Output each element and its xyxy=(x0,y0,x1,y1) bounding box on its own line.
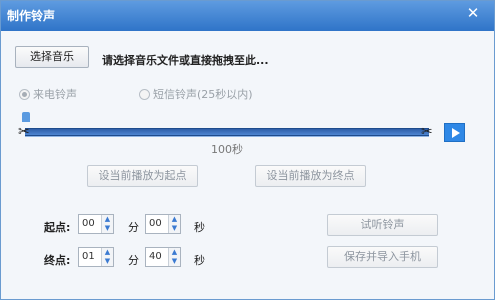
start-seconds-stepper[interactable]: 00 ▲ ▼ xyxy=(145,214,181,234)
radio-sms[interactable]: 短信铃声(25秒以内) xyxy=(139,86,253,102)
start-scissors-icon[interactable]: ✂ xyxy=(18,125,30,139)
end-second-unit: 秒 xyxy=(194,254,205,267)
end-seconds-arrows: ▲ ▼ xyxy=(168,248,180,266)
select-music-label: 选择音乐 xyxy=(30,50,74,63)
chevron-down-icon[interactable]: ▼ xyxy=(169,257,180,266)
radio-incoming-label: 来电铃声 xyxy=(33,88,77,101)
radio-dot-incoming xyxy=(19,88,30,100)
start-seconds-arrows: ▲ ▼ xyxy=(168,215,180,233)
end-seconds-stepper[interactable]: 40 ▲ ▼ xyxy=(145,247,181,267)
chevron-up-icon[interactable]: ▲ xyxy=(102,248,113,257)
audio-timeline-track[interactable] xyxy=(25,128,429,136)
radio-sms-label: 短信铃声(25秒以内) xyxy=(153,88,253,101)
ringtone-maker-window: 制作铃声 ✕ 选择音乐 请选择音乐文件或直接拖拽至此... 来电铃声 短信铃声(… xyxy=(0,0,495,300)
save-import-label: 保存并导入手机 xyxy=(344,250,421,263)
start-time-label: 起点: xyxy=(44,221,71,234)
radio-dot-sms xyxy=(139,88,150,100)
start-minute-unit: 分 xyxy=(128,221,139,234)
preview-ringtone-label: 试听铃声 xyxy=(360,218,405,231)
window-title: 制作铃声 xyxy=(7,9,56,23)
set-start-button[interactable]: 设当前播放为起点 xyxy=(87,165,198,187)
duration-label: 100秒 xyxy=(211,143,243,156)
end-minutes-stepper[interactable]: 01 ▲ ▼ xyxy=(78,247,114,267)
timeline-underline xyxy=(25,136,429,137)
select-music-button[interactable]: 选择音乐 xyxy=(15,46,89,68)
radio-incoming-call[interactable]: 来电铃声 xyxy=(19,86,77,102)
end-time-label: 终点: xyxy=(44,254,71,267)
end-minute-unit: 分 xyxy=(128,254,139,267)
set-end-button[interactable]: 设当前播放为终点 xyxy=(255,165,366,187)
chevron-up-icon[interactable]: ▲ xyxy=(169,215,180,224)
end-minutes-value: 01 xyxy=(82,251,95,262)
chevron-down-icon[interactable]: ▼ xyxy=(102,224,113,233)
start-handle[interactable] xyxy=(22,112,30,122)
start-minutes-arrows: ▲ ▼ xyxy=(101,215,113,233)
end-scissors-icon[interactable]: ✂ xyxy=(421,125,433,139)
drop-hint-text: 请选择音乐文件或直接拖拽至此... xyxy=(102,54,269,67)
play-button[interactable] xyxy=(444,123,465,142)
set-end-label: 设当前播放为终点 xyxy=(266,169,355,182)
start-second-unit: 秒 xyxy=(194,221,205,234)
chevron-down-icon[interactable]: ▼ xyxy=(169,224,180,233)
title-bar[interactable]: 制作铃声 ✕ xyxy=(1,1,494,31)
chevron-up-icon[interactable]: ▲ xyxy=(102,215,113,224)
start-minutes-value: 00 xyxy=(82,218,95,229)
save-import-button[interactable]: 保存并导入手机 xyxy=(327,246,438,268)
set-start-label: 设当前播放为起点 xyxy=(98,169,187,182)
chevron-up-icon[interactable]: ▲ xyxy=(169,248,180,257)
chevron-down-icon[interactable]: ▼ xyxy=(102,257,113,266)
close-button[interactable]: ✕ xyxy=(462,4,484,22)
preview-ringtone-button[interactable]: 试听铃声 xyxy=(327,214,438,236)
end-seconds-value: 40 xyxy=(149,251,162,262)
start-minutes-stepper[interactable]: 00 ▲ ▼ xyxy=(78,214,114,234)
start-seconds-value: 00 xyxy=(149,218,162,229)
end-minutes-arrows: ▲ ▼ xyxy=(101,248,113,266)
